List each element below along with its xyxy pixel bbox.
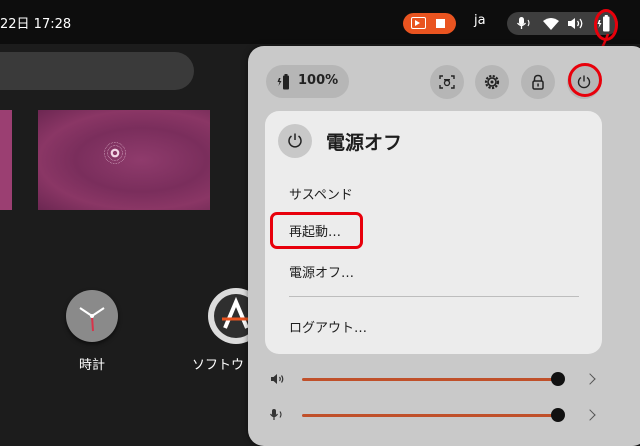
ubuntu-logo-icon xyxy=(104,142,126,164)
menu-item-suspend[interactable]: サスペンド xyxy=(289,184,353,203)
wifi-icon xyxy=(543,18,559,30)
screenshot-icon xyxy=(439,75,455,89)
top-bar: 22日 17:28 ja xyxy=(0,0,640,44)
clock-app-label[interactable]: 時計 xyxy=(79,354,105,373)
clock-app-icon[interactable] xyxy=(66,290,118,342)
screenshot-button[interactable] xyxy=(430,65,464,99)
power-menu-title: 電源オフ xyxy=(326,132,403,154)
microphone-slider-handle[interactable] xyxy=(551,408,565,422)
annotation-highlight-restart xyxy=(270,212,363,249)
search-input[interactable] xyxy=(0,52,194,90)
microphone-icon xyxy=(517,17,530,29)
gear-icon xyxy=(484,74,500,90)
workspace-thumbnail-left[interactable] xyxy=(0,110,12,210)
volume-icon xyxy=(271,374,284,384)
workspace-thumbnail[interactable] xyxy=(38,110,210,210)
menu-item-logout[interactable]: ログアウト… xyxy=(289,317,367,336)
lock-icon xyxy=(532,74,544,90)
volume-slider[interactable] xyxy=(302,378,558,381)
power-menu-header-icon xyxy=(278,124,312,158)
power-icon xyxy=(288,133,302,148)
menu-item-power-off[interactable]: 電源オフ… xyxy=(289,262,354,281)
stop-icon xyxy=(436,19,445,28)
lock-screen-button[interactable] xyxy=(521,65,555,99)
volume-icon xyxy=(568,18,583,29)
microphone-slider[interactable] xyxy=(302,414,558,417)
software-app-label[interactable]: ソフトウ xyxy=(192,354,244,373)
battery-charging-icon xyxy=(277,74,289,90)
clock-datetime[interactable]: 22日 17:28 xyxy=(0,13,71,32)
annotation-highlight-power xyxy=(568,63,602,97)
battery-percentage: 100% xyxy=(298,73,339,88)
input-language-indicator[interactable]: ja xyxy=(474,13,486,28)
clock-icon xyxy=(79,307,105,332)
settings-button[interactable] xyxy=(475,65,509,99)
battery-status-button[interactable]: 100% xyxy=(266,65,349,98)
volume-slider-handle[interactable] xyxy=(551,372,565,386)
screencast-icon xyxy=(411,17,426,29)
menu-separator xyxy=(289,296,579,297)
screen-recording-indicator[interactable] xyxy=(403,13,456,34)
microphone-icon xyxy=(270,409,282,420)
